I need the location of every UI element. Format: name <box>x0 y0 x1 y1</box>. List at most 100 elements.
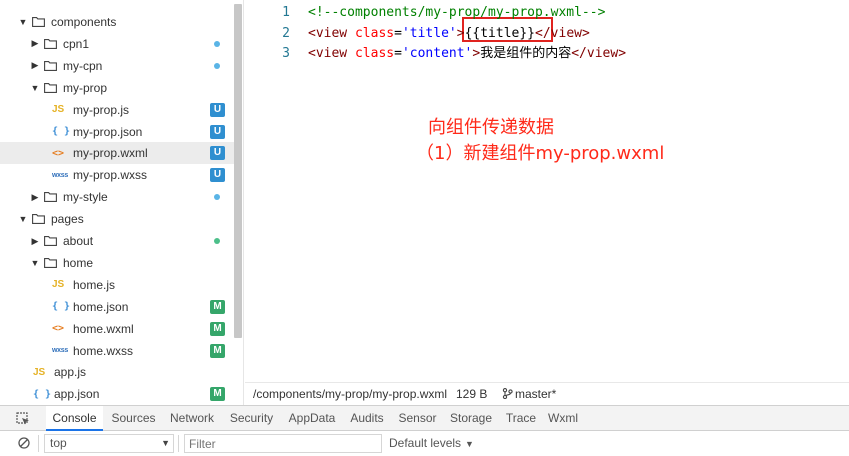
caret-down-icon[interactable]: ▼ <box>17 17 29 27</box>
code-token: class <box>354 25 395 41</box>
toolbar-divider <box>38 435 39 452</box>
tree-folder[interactable]: ▶ my-cpn <box>0 55 234 77</box>
code-token: <!--components/my-prop/my-prop.wxml--> <box>308 5 606 20</box>
devtools-tab-console[interactable]: Console <box>46 406 103 431</box>
folder-icon <box>44 60 57 71</box>
toolbar-divider <box>178 435 179 452</box>
tree-file[interactable]: wxss home.wxss M <box>0 340 234 362</box>
caret-down-icon[interactable]: ▼ <box>29 83 41 93</box>
tree-folder[interactable]: ▶ cpn1 <box>0 33 234 55</box>
wxml-file-icon: <> <box>52 147 65 159</box>
tree-file[interactable]: { } app.json M <box>0 383 234 405</box>
devtools-tab-storage[interactable]: Storage <box>444 406 498 431</box>
chevron-down-icon: ▼ <box>465 439 474 449</box>
status-branch[interactable]: master* <box>502 387 556 401</box>
code-editor[interactable]: 1 <!--components/my-prop/my-prop.wxml--> 2… <box>245 0 849 382</box>
code-token: </view> <box>535 25 590 41</box>
line-number: 3 <box>282 46 290 61</box>
status-file-size: 129 B <box>456 387 488 401</box>
code-token: = <box>394 46 402 61</box>
file-explorer: ▼ components ▶ cpn1 ▶ my-cpn ▼ my-prop JS my-prop… <box>0 0 244 405</box>
tree-item-label: cpn1 <box>63 36 90 51</box>
caret-right-icon[interactable]: ▶ <box>29 192 41 203</box>
console-toolbar: top ▼ Default levels▼ <box>0 431 849 456</box>
tree-folder[interactable]: ▼ my-prop <box>0 77 234 99</box>
tree-file[interactable]: JS app.js <box>0 361 234 383</box>
line-number: 2 <box>282 25 290 41</box>
folder-icon <box>44 38 57 49</box>
devtools-tab-wxml[interactable]: Wxml <box>544 406 582 431</box>
chevron-down-icon: ▼ <box>161 438 170 448</box>
status-dot <box>214 40 220 47</box>
folder-open-icon <box>44 82 57 93</box>
devtools-tab-trace[interactable]: Trace <box>500 406 542 431</box>
git-status-badge: M <box>210 343 225 358</box>
explorer-scrollbar[interactable] <box>234 4 242 338</box>
annotation-text: 向组件传递数据 （1）新建组件my-prop.wxml <box>185 115 664 167</box>
git-status-badge: M <box>210 299 225 314</box>
js-file-icon: JS <box>52 104 65 116</box>
devtools-tab-sources[interactable]: Sources <box>105 406 162 431</box>
code-line[interactable]: <!--components/my-prop/my-prop.wxml--> <box>308 3 605 23</box>
devtools-tab-appdata[interactable]: AppData <box>282 406 342 431</box>
json-file-icon: { } <box>52 126 71 137</box>
code-token: > <box>456 25 465 41</box>
code-line[interactable]: <view class='content'>我是组件的内容</view> <box>308 44 626 64</box>
json-file-icon: { } <box>52 301 71 313</box>
tree-file[interactable]: <> home.wxml M <box>0 318 234 340</box>
status-file-path: /components/my-prop/my-prop.wxml <box>253 387 448 401</box>
devtools-tab-audits[interactable]: Audits <box>343 406 391 431</box>
caret-right-icon[interactable]: ▶ <box>29 236 41 247</box>
filter-input[interactable] <box>184 434 382 453</box>
tree-folder[interactable]: ▼ components <box>0 11 234 33</box>
code-token: <view <box>308 46 355 61</box>
log-levels-select[interactable]: Default levels ▼ <box>389 436 474 450</box>
tree-file[interactable]: wxss my-prop.wxss U <box>0 164 234 186</box>
tree-folder[interactable]: ▼ pages <box>0 208 234 230</box>
context-select[interactable]: top ▼ <box>44 434 174 453</box>
code-line[interactable]: <view class='title'>{{title}}</view> <box>308 24 590 44</box>
git-status-badge: M <box>210 321 225 336</box>
line-number: 1 <box>282 5 290 20</box>
folder-open-icon <box>32 17 45 27</box>
tree-folder[interactable]: ▼ home <box>0 252 234 274</box>
branch-name: master* <box>515 387 557 401</box>
tree-item-label: home <box>63 255 94 270</box>
tree-item-label: pages <box>51 212 84 227</box>
clear-console-icon[interactable] <box>18 437 30 449</box>
wxss-file-icon: wxss <box>52 347 68 354</box>
code-token: 我是组件的内容 <box>480 46 572 61</box>
devtools-tab-sensor[interactable]: Sensor <box>392 406 443 431</box>
tree-item-label: home.wxss <box>73 343 134 358</box>
caret-down-icon[interactable]: ▼ <box>29 258 41 268</box>
code-token: 'content' <box>401 46 473 61</box>
tree-item-label: app.json <box>54 387 100 402</box>
tree-item-label: my-style <box>63 190 108 205</box>
folder-icon <box>44 192 57 203</box>
code-token: <view <box>308 25 355 41</box>
caret-right-icon[interactable]: ▶ <box>29 38 41 49</box>
tree-item-label: my-prop.js <box>73 102 130 117</box>
annotation-title: 向组件传递数据 <box>428 117 554 138</box>
tree-file[interactable]: JS home.js <box>0 274 234 296</box>
annotation-subtitle: （1）新建组件my-prop.wxml <box>416 143 665 164</box>
json-file-icon: { } <box>33 388 52 400</box>
tree-item-label: my-cpn <box>63 58 103 73</box>
tree-folder[interactable]: ▶ about <box>0 230 234 252</box>
caret-right-icon[interactable]: ▶ <box>29 60 41 71</box>
tree-folder[interactable]: ▶ my-style <box>0 186 234 208</box>
code-token: = <box>394 25 402 41</box>
devtools-tab-security[interactable]: Security <box>223 406 280 431</box>
tree-item-label: components <box>51 15 117 29</box>
inspect-element-icon[interactable] <box>16 412 30 426</box>
tree-file[interactable]: { } home.json M <box>0 296 234 318</box>
devtools-tab-network[interactable]: Network <box>163 406 221 431</box>
caret-down-icon[interactable]: ▼ <box>17 214 29 224</box>
status-bar: /components/my-prop/my-prop.wxml 129 B m… <box>245 382 849 405</box>
git-branch-icon <box>502 388 513 400</box>
tree-item-label: about <box>63 234 94 248</box>
tree-item-label: my-prop.wxss <box>73 168 148 183</box>
folder-open-icon <box>44 257 57 268</box>
log-levels-label: Default levels <box>389 436 462 450</box>
code-token: class <box>354 46 395 61</box>
